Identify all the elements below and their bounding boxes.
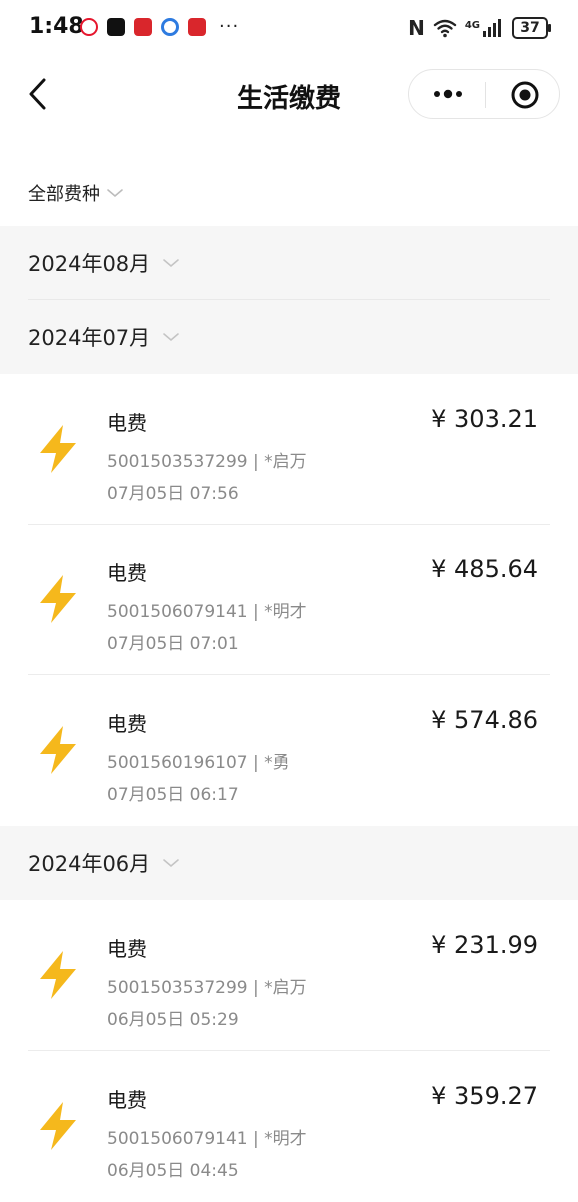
status-bar: 1:48 ··· N 4G 37 (0, 0, 578, 54)
lightning-bolt-icon (40, 575, 76, 623)
record-date: 07月05日 07:01 (107, 634, 239, 654)
record-account: 5001503537299 | *启万 (107, 452, 307, 472)
lightning-bolt-icon (40, 1102, 76, 1150)
mini-program-capsule (408, 69, 560, 119)
capsule-divider (485, 82, 486, 108)
signal-icon: 4G (465, 18, 504, 38)
browser-icon (161, 18, 179, 36)
record-account: 5001506079141 | *明才 (107, 1129, 307, 1149)
month-label: 2024年07月 (28, 326, 151, 350)
month-header-2024-06[interactable]: 2024年06月 (0, 826, 578, 900)
record-fee-type: 电费 (107, 1088, 147, 1112)
month-label: 2024年06月 (28, 852, 151, 876)
record-amount: ¥ 574.86 (431, 706, 538, 734)
chevron-down-icon (163, 259, 179, 268)
chevron-down-icon (107, 189, 123, 198)
record-fee-type: 电费 (107, 712, 147, 736)
huawei-icon (134, 18, 152, 36)
nav-bar: 生活缴费 (0, 54, 578, 138)
battery-icon: 37 (512, 17, 551, 39)
more-icon[interactable] (431, 84, 465, 104)
record-fee-type: 电费 (107, 937, 147, 961)
record-amount: ¥ 359.27 (431, 1082, 538, 1110)
status-time: 1:48 (29, 14, 84, 39)
payment-record[interactable]: 电费 5001503537299 | *启万 07月05日 07:56 ¥ 30… (0, 375, 578, 525)
more-notifications-icon: ··· (219, 16, 240, 37)
huawei-store-icon (188, 18, 206, 36)
status-indicators: N 4G 37 (408, 16, 551, 40)
fee-type-filter-label: 全部费种 (28, 184, 100, 205)
network-type: 4G (464, 20, 480, 31)
nfc-icon: N (408, 16, 425, 40)
month-header-2024-07[interactable]: 2024年07月 (0, 300, 578, 374)
record-fee-type: 电费 (107, 411, 147, 435)
month-header-2024-08[interactable]: 2024年08月 (0, 226, 578, 300)
record-account: 5001560196107 | *勇 (107, 753, 290, 773)
record-amount: ¥ 231.99 (431, 931, 538, 959)
chevron-down-icon (163, 333, 179, 342)
chevron-down-icon (163, 859, 179, 868)
lightning-bolt-icon (40, 951, 76, 999)
lightning-bolt-icon (40, 726, 76, 774)
record-date: 07月05日 07:56 (107, 484, 239, 504)
payment-record[interactable]: 电费 5001560196107 | *勇 07月05日 06:17 ¥ 574… (0, 676, 578, 826)
payment-record[interactable]: 电费 5001506079141 | *明才 06月05日 04:45 ¥ 35… (0, 1052, 578, 1202)
record-amount: ¥ 303.21 (431, 405, 538, 433)
weibo-icon (80, 18, 98, 36)
wifi-icon (433, 19, 457, 38)
payment-record[interactable]: 电费 5001506079141 | *明才 07月05日 07:01 ¥ 48… (0, 525, 578, 675)
record-divider (28, 1050, 550, 1051)
record-amount: ¥ 485.64 (431, 555, 538, 583)
record-date: 06月05日 04:45 (107, 1161, 239, 1181)
notification-icons: ··· (80, 18, 239, 36)
record-divider (28, 674, 550, 675)
lightning-bolt-icon (40, 425, 76, 473)
tiktok-icon (107, 18, 125, 36)
fee-type-filter[interactable]: 全部费种 (28, 180, 124, 206)
record-fee-type: 电费 (107, 561, 147, 585)
record-date: 07月05日 06:17 (107, 785, 239, 805)
payment-record[interactable]: 电费 5001503537299 | *启万 06月05日 05:29 ¥ 23… (0, 901, 578, 1051)
record-date: 06月05日 05:29 (107, 1010, 239, 1030)
record-account: 5001503537299 | *启万 (107, 978, 307, 998)
month-label: 2024年08月 (28, 252, 151, 276)
close-target-icon[interactable] (510, 80, 540, 110)
record-account: 5001506079141 | *明才 (107, 602, 307, 622)
